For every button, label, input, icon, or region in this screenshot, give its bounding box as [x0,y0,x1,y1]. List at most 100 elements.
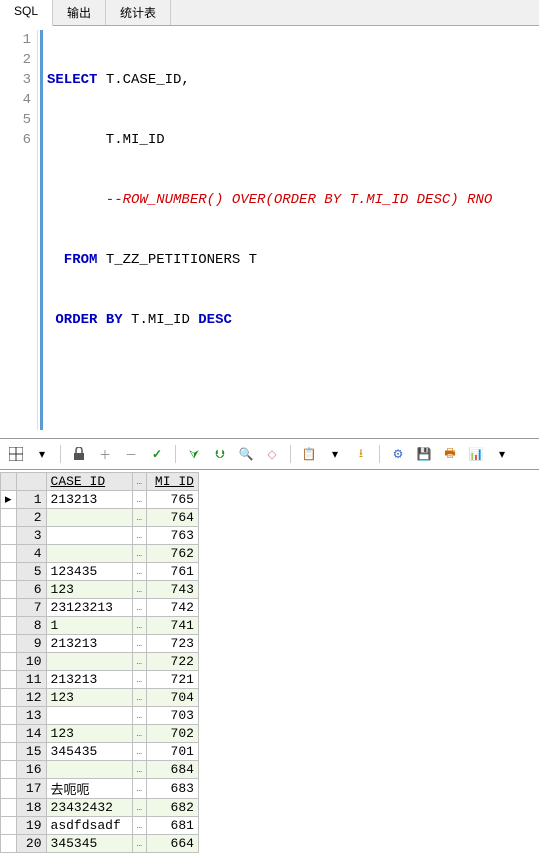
tab-stats[interactable]: 统计表 [106,0,171,25]
cell-mi-id[interactable]: 743 [146,581,198,599]
chart-icon[interactable]: 📊 [468,446,484,462]
cell-ellipsis[interactable]: … [132,581,146,599]
cell-mi-id[interactable]: 765 [146,491,198,509]
query-builder-icon[interactable]: ⚙ [390,446,406,462]
cell-mi-id[interactable]: 742 [146,599,198,617]
commit-icon[interactable]: ✓ [149,446,165,462]
cell-ellipsis[interactable]: … [132,491,146,509]
fetch-all-icon[interactable]: ⮋ [212,446,228,462]
tab-sql[interactable]: SQL [0,0,53,26]
cell-case-id[interactable] [46,545,132,563]
cell-ellipsis[interactable]: … [132,527,146,545]
cell-case-id[interactable] [46,527,132,545]
table-row[interactable]: 5123435…761 [1,563,199,581]
lock-icon[interactable] [71,446,87,462]
cell-case-id[interactable]: 123 [46,581,132,599]
table-row[interactable]: 2…764 [1,509,199,527]
cell-ellipsis[interactable]: … [132,835,146,853]
cell-case-id[interactable]: 23432432 [46,799,132,817]
cell-mi-id[interactable]: 764 [146,509,198,527]
table-row[interactable]: 13…703 [1,707,199,725]
table-row[interactable]: 6123…743 [1,581,199,599]
cell-mi-id[interactable]: 681 [146,817,198,835]
cell-case-id[interactable] [46,653,132,671]
clear-icon[interactable]: ◇ [264,446,280,462]
fetch-next-icon[interactable]: ⮛ [186,446,202,462]
table-row[interactable]: 16…684 [1,761,199,779]
cell-mi-id[interactable]: 684 [146,761,198,779]
cell-case-id[interactable]: 去呃呃 [46,779,132,799]
table-row[interactable]: 9213213…723 [1,635,199,653]
cell-ellipsis[interactable]: … [132,545,146,563]
table-row[interactable]: 17去呃呃…683 [1,779,199,799]
cell-mi-id[interactable]: 763 [146,527,198,545]
cell-mi-id[interactable]: 722 [146,653,198,671]
cell-ellipsis[interactable]: … [132,707,146,725]
cell-ellipsis[interactable]: … [132,599,146,617]
copy-icon[interactable]: 📋 [301,446,317,462]
cell-ellipsis[interactable]: … [132,617,146,635]
table-row[interactable]: 10…722 [1,653,199,671]
cell-ellipsis[interactable]: … [132,743,146,761]
cell-mi-id[interactable]: 664 [146,835,198,853]
dropdown2-icon[interactable]: ▾ [327,446,343,462]
col-header-ellipsis[interactable]: … [132,473,146,491]
cell-case-id[interactable]: 213213 [46,491,132,509]
print-icon[interactable]: 🖶 [442,446,458,462]
dropdown3-icon[interactable]: ▾ [494,446,510,462]
find-icon[interactable]: 🔍 [238,446,254,462]
table-row[interactable]: 11213213…721 [1,671,199,689]
cell-ellipsis[interactable]: … [132,725,146,743]
col-header-case-id[interactable]: CASE_ID [46,473,132,491]
col-header-mi-id[interactable]: MI_ID [146,473,198,491]
grid-options-icon[interactable] [8,446,24,462]
cell-mi-id[interactable]: 701 [146,743,198,761]
table-row[interactable]: 723123213…742 [1,599,199,617]
cell-case-id[interactable] [46,761,132,779]
cell-ellipsis[interactable]: … [132,671,146,689]
cell-case-id[interactable]: 213213 [46,671,132,689]
table-row[interactable]: 14123…702 [1,725,199,743]
cell-mi-id[interactable]: 702 [146,725,198,743]
cell-ellipsis[interactable]: … [132,761,146,779]
cell-case-id[interactable]: 1 [46,617,132,635]
add-row-icon[interactable]: ＋ [97,446,113,462]
table-row[interactable]: 4…762 [1,545,199,563]
cell-case-id[interactable] [46,509,132,527]
cell-mi-id[interactable]: 762 [146,545,198,563]
cell-case-id[interactable]: 123 [46,725,132,743]
cell-mi-id[interactable]: 704 [146,689,198,707]
cell-mi-id[interactable]: 761 [146,563,198,581]
table-row[interactable]: 15345435…701 [1,743,199,761]
cell-mi-id[interactable]: 683 [146,779,198,799]
dropdown-icon[interactable]: ▾ [34,446,50,462]
save-icon[interactable]: 💾 [416,446,432,462]
cell-mi-id[interactable]: 703 [146,707,198,725]
cell-ellipsis[interactable]: … [132,509,146,527]
cell-case-id[interactable]: 23123213 [46,599,132,617]
table-row[interactable]: 19asdfdsadf…681 [1,817,199,835]
cell-ellipsis[interactable]: … [132,563,146,581]
cell-case-id[interactable]: 345435 [46,743,132,761]
cell-case-id[interactable]: 213213 [46,635,132,653]
cell-case-id[interactable]: asdfdsadf [46,817,132,835]
cell-case-id[interactable]: 345345 [46,835,132,853]
cell-ellipsis[interactable]: … [132,779,146,799]
cell-mi-id[interactable]: 741 [146,617,198,635]
sql-editor[interactable]: 1 2 3 4 5 6 SELECT T.CASE_ID, T.MI_ID --… [0,26,539,434]
export-icon[interactable]: ⭳ [353,446,369,462]
table-row[interactable]: 3…763 [1,527,199,545]
tab-output[interactable]: 输出 [53,0,106,25]
table-row[interactable]: 20345345…664 [1,835,199,853]
cell-ellipsis[interactable]: … [132,653,146,671]
table-row[interactable]: 1823432432…682 [1,799,199,817]
cell-mi-id[interactable]: 682 [146,799,198,817]
cell-ellipsis[interactable]: … [132,817,146,835]
cell-case-id[interactable]: 123 [46,689,132,707]
cell-mi-id[interactable]: 721 [146,671,198,689]
table-row[interactable]: 81…741 [1,617,199,635]
cell-ellipsis[interactable]: … [132,635,146,653]
code-area[interactable]: SELECT T.CASE_ID, T.MI_ID --ROW_NUMBER()… [47,30,492,430]
remove-row-icon[interactable]: － [123,446,139,462]
cell-ellipsis[interactable]: … [132,689,146,707]
